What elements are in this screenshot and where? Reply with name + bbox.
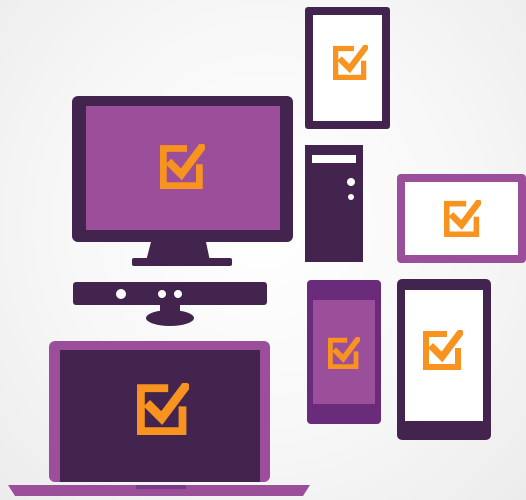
windows-phone [307, 280, 381, 424]
kinect-sensor [73, 282, 267, 326]
device-illustration [0, 0, 526, 500]
laptop [8, 341, 310, 496]
desktop-tower [305, 145, 363, 262]
tablet-portrait [305, 7, 390, 129]
tablet-landscape [397, 174, 526, 263]
smartphone [397, 279, 491, 440]
devices-graphic [8, 7, 526, 496]
desktop-monitor [72, 96, 293, 266]
